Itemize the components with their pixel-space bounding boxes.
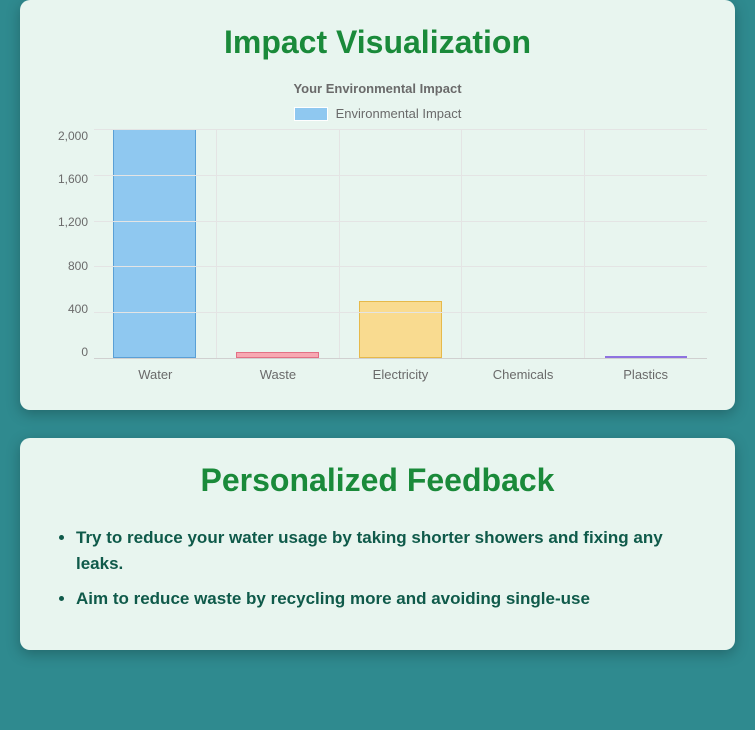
chart-area: 2,000 1,600 1,200 800 400 0 xyxy=(48,129,707,359)
bar-slot xyxy=(94,129,217,358)
plot-area xyxy=(94,129,707,359)
bar-slot xyxy=(217,129,340,358)
x-axis: WaterWasteElectricityChemicalsPlastics xyxy=(94,367,707,382)
x-label: Electricity xyxy=(339,367,462,382)
personalized-feedback-card: Personalized Feedback Try to reduce your… xyxy=(20,438,735,650)
y-tick: 2,000 xyxy=(58,129,88,143)
y-tick: 800 xyxy=(68,259,88,273)
impact-heading: Impact Visualization xyxy=(48,24,707,61)
bar-water xyxy=(113,129,196,358)
chart-legend: Environmental Impact xyxy=(48,106,707,121)
x-label: Waste xyxy=(217,367,340,382)
gridline xyxy=(94,221,707,222)
feedback-list: Try to reduce your water usage by taking… xyxy=(48,525,707,612)
gridline xyxy=(94,312,707,313)
feedback-item: Try to reduce your water usage by taking… xyxy=(76,525,707,576)
gridline xyxy=(94,266,707,267)
y-tick: 1,200 xyxy=(58,215,88,229)
gridline xyxy=(94,129,707,130)
legend-swatch xyxy=(294,107,328,121)
x-label: Water xyxy=(94,367,217,382)
bar-electricity xyxy=(359,301,442,358)
bar-slot xyxy=(340,129,463,358)
impact-visualization-card: Impact Visualization Your Environmental … xyxy=(20,0,735,410)
legend-label: Environmental Impact xyxy=(336,106,462,121)
bar-slot xyxy=(585,129,707,358)
bar-slot xyxy=(462,129,585,358)
bar-waste xyxy=(236,352,319,358)
chart-title: Your Environmental Impact xyxy=(48,81,707,96)
y-tick: 400 xyxy=(68,302,88,316)
bar-plastics xyxy=(605,356,688,358)
y-tick: 0 xyxy=(81,345,88,359)
x-label: Plastics xyxy=(584,367,707,382)
y-axis: 2,000 1,600 1,200 800 400 0 xyxy=(48,129,94,359)
feedback-item: Aim to reduce waste by recycling more an… xyxy=(76,586,707,612)
y-tick: 1,600 xyxy=(58,172,88,186)
bars-container xyxy=(94,129,707,358)
feedback-heading: Personalized Feedback xyxy=(48,462,707,499)
gridline xyxy=(94,175,707,176)
x-label: Chemicals xyxy=(462,367,585,382)
